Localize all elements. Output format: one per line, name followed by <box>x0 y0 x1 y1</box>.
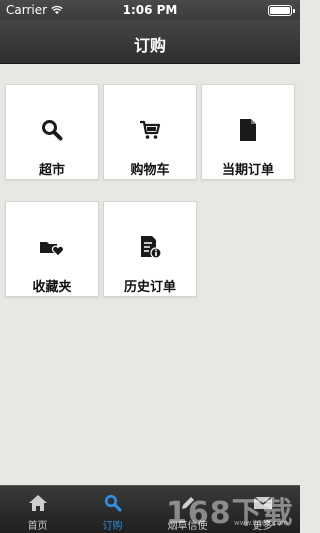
tile-label: 超市 <box>38 163 65 178</box>
tab-tobacco-messenger[interactable]: 烟草信使 <box>150 486 225 533</box>
pen-icon <box>181 497 194 509</box>
tile-current-orders[interactable]: 当期订单 <box>201 84 295 180</box>
tile-supermarket[interactable]: 超市 <box>5 84 99 180</box>
tab-label: 首页 <box>27 521 48 532</box>
tab-bar: 首页 订购 烟草信使 更多 <box>0 485 300 533</box>
search-icon <box>42 120 63 141</box>
tile-history-orders[interactable]: 历史订单 <box>103 201 197 297</box>
search-icon <box>104 494 122 512</box>
tab-label: 烟草信使 <box>167 521 208 532</box>
tile-label: 当期订单 <box>221 163 274 178</box>
mail-icon <box>253 496 272 509</box>
status-bar: Carrier 1:06 PM <box>0 0 300 20</box>
clock: 1:06 PM <box>122 3 178 17</box>
tab-order[interactable]: 订购 <box>75 486 150 533</box>
tile-label: 历史订单 <box>123 280 176 295</box>
page-title: 订购 <box>133 36 166 55</box>
tile-label: 购物车 <box>130 163 170 178</box>
battery-fill <box>270 7 290 14</box>
tile-favorites[interactable]: 收藏夹 <box>5 201 99 297</box>
cart-icon <box>140 120 161 139</box>
tab-more[interactable]: 更多 <box>225 486 300 533</box>
nav-bar: 订购 <box>0 20 300 64</box>
tab-home[interactable]: 首页 <box>0 486 75 533</box>
tab-label: 更多 <box>252 521 273 532</box>
home-icon <box>28 495 47 511</box>
tile-label: 收藏夹 <box>32 280 72 295</box>
battery-icon <box>268 5 295 16</box>
tab-label: 订购 <box>102 521 123 532</box>
document-icon <box>240 119 256 141</box>
battery-nub <box>293 9 295 13</box>
favorites-icon <box>40 242 65 257</box>
history-order-icon <box>141 236 162 259</box>
tile-cart[interactable]: 购物车 <box>103 84 197 180</box>
